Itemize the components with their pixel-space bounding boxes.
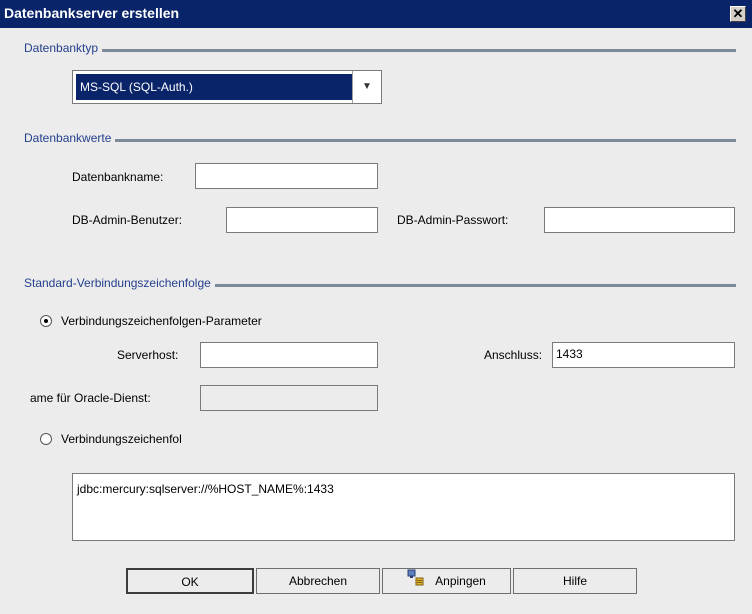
oracle-service-label: ame für Oracle-Dienst: — [30, 391, 151, 405]
close-icon[interactable]: ✕ — [730, 6, 746, 22]
port-label: Anschluss: — [484, 348, 543, 362]
ping-button[interactable]: Anpingen — [382, 568, 511, 594]
section-divider — [24, 139, 736, 142]
db-name-label: Datenbankname: — [72, 170, 164, 184]
title-bar: Datenbankserver erstellen ✕ — [0, 0, 752, 28]
db-type-selected-value: MS-SQL (SQL-Auth.) — [75, 73, 353, 101]
cancel-button[interactable]: Abbrechen — [256, 568, 380, 594]
ok-button[interactable]: OK — [126, 568, 254, 594]
oracle-service-field[interactable] — [200, 385, 378, 411]
server-host-label: Serverhost: — [117, 348, 179, 362]
section-connection: Standard-Verbindungszeichenfolge — [24, 276, 736, 294]
params-radio-label[interactable]: Verbindungszeichenfolgen-Parameter — [61, 314, 262, 328]
server-host-field[interactable] — [200, 342, 378, 368]
ok-button-label: OK — [181, 575, 199, 589]
db-name-field[interactable] — [195, 163, 378, 189]
port-field[interactable]: 1433 — [552, 342, 735, 368]
chevron-down-icon[interactable]: ▼ — [352, 71, 381, 103]
connection-string-textarea[interactable]: jdbc:mercury:sqlserver://%HOST_NAME%:143… — [72, 473, 735, 541]
section-db-values: Datenbankwerte — [24, 131, 736, 149]
admin-password-field[interactable] — [544, 207, 735, 233]
window-title: Datenbankserver erstellen — [4, 5, 180, 21]
ping-server-icon — [407, 569, 425, 595]
help-button-label: Hilfe — [562, 574, 587, 588]
connection-string-radio[interactable] — [40, 433, 52, 445]
ping-button-label: Anpingen — [435, 574, 486, 589]
params-radio[interactable] — [40, 315, 52, 327]
db-type-select[interactable]: MS-SQL (SQL-Auth.) ▼ — [72, 70, 382, 104]
cancel-button-label: Abbrechen — [288, 574, 348, 588]
dialog-window: Datenbankserver erstellen ✕ Datenbanktyp… — [0, 0, 752, 614]
section-label: Datenbankwerte — [24, 131, 116, 145]
admin-user-label: DB-Admin-Benutzer: — [72, 213, 183, 227]
section-label: Datenbanktyp — [24, 41, 103, 55]
connection-string-radio-label[interactable]: Verbindungszeichenfol — [61, 432, 182, 446]
admin-user-field[interactable] — [226, 207, 378, 233]
section-divider — [24, 49, 736, 52]
section-label: Standard-Verbindungszeichenfolge — [24, 276, 215, 290]
help-button[interactable]: Hilfe — [513, 568, 637, 594]
admin-password-label: DB-Admin-Passwort: — [397, 213, 509, 227]
section-db-type: Datenbanktyp — [24, 41, 736, 59]
